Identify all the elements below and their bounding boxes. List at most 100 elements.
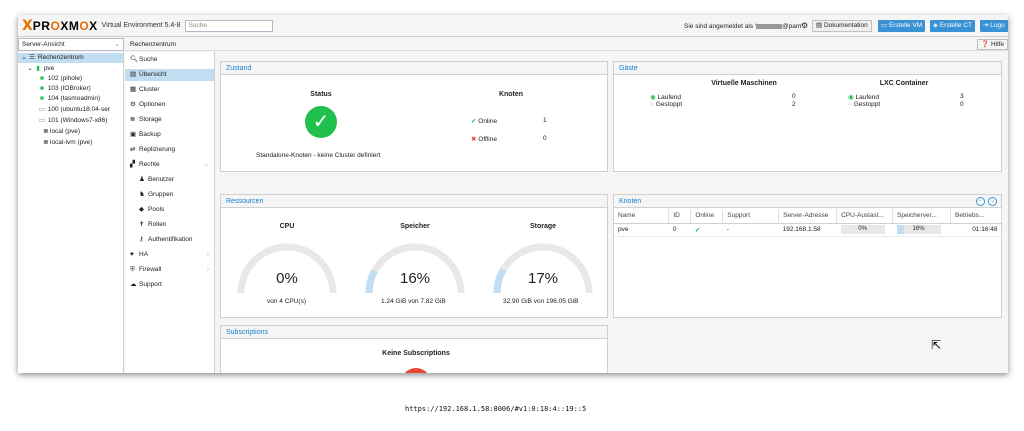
menu-item-storage[interactable]: ≣ Storage — [125, 114, 214, 126]
create-ct-button[interactable]: ◈ Erstelle CT — [930, 20, 975, 32]
search-input[interactable]: Suche — [184, 19, 273, 32]
menu-item-roles[interactable]: ✝ Rollen — [125, 219, 214, 231]
running-icon: ◉ — [848, 94, 854, 101]
tree-datacenter[interactable]: ⌄ ☰ Rechenzentrum — [18, 53, 123, 63]
menu-item-permissions[interactable]: ▞ Rechte ⌄ — [125, 159, 214, 171]
book-icon: ▤ — [816, 22, 823, 29]
gear-icon: ⚙ — [130, 101, 136, 108]
tags-icon: ◆ — [139, 206, 144, 213]
status-url: https://192.168.1.58:8006/#v1:0:18:4::19… — [405, 405, 587, 413]
node-id: 0 — [668, 223, 691, 237]
panel-title: Ressourcen — [221, 195, 607, 208]
column-header[interactable]: Online — [690, 209, 724, 224]
stopped-icon: ○ — [848, 101, 852, 108]
table-row[interactable]: pve 0 ✔ - 192.168.1.58 0% 16% 01:16:48 — [614, 223, 1002, 237]
cluster-icon: ▦ — [130, 86, 137, 93]
menu-item-authentication[interactable]: ⚷ Authentifikation — [125, 234, 214, 246]
documentation-button[interactable]: ▤ Dokumentation — [812, 20, 872, 32]
column-header[interactable]: ID — [668, 209, 692, 224]
unlock-icon: ▞ — [130, 161, 135, 168]
expand-icon[interactable]: ⌄ — [26, 64, 34, 74]
menu-item-replication[interactable]: ⇄ Replizierung — [125, 144, 214, 156]
tree-item-102[interactable]: ■ 102 (pihole) — [38, 74, 82, 84]
help-button[interactable]: ❓ Hilfe — [977, 39, 1008, 50]
tree-item-101[interactable]: ▭ 101 (Windows7-x86) — [38, 116, 108, 126]
menu-item-summary[interactable]: ▤ Übersicht — [125, 69, 214, 81]
vm-running-count: 0 — [792, 93, 796, 100]
shield-icon: ⛨ — [130, 266, 135, 273]
resource-tree: ⌄ ☰ Rechenzentrum ⌄ ▮ pve ■ 102 (pihole) ■… — [18, 52, 124, 373]
panel-title: Knoten — [614, 195, 1001, 208]
logout-button[interactable]: ⇥ Logo — [980, 20, 1008, 32]
tree-item-storage-local[interactable]: ≣local (pve) — [42, 127, 80, 137]
nodes-heading: Knoten — [498, 91, 524, 98]
floppy-icon: ▣ — [130, 131, 137, 138]
menu-item-firewall[interactable]: ⛨ Firewall › — [125, 264, 214, 276]
column-header[interactable]: Server-Adresse — [778, 209, 838, 224]
login-info: Sie sind angemeldet als ' @pam' — [684, 23, 803, 30]
node-name: pve — [614, 223, 669, 237]
column-header[interactable]: CPU-Auslast... — [836, 209, 894, 224]
comments-icon: ☁ — [130, 281, 137, 288]
collapse-icon[interactable]: − — [976, 197, 985, 206]
nodes-table: Name ID Online Support Server-Adresse CP… — [614, 209, 1002, 237]
running-icon: ◉ — [650, 94, 656, 101]
stopped-icon: ○ — [650, 101, 654, 108]
check-icon: ✔ — [471, 118, 477, 125]
memory-value: 16% — [399, 270, 431, 287]
main-content: Zustand Status Knoten ✓ ✔ Online 1 ✖ Off… — [216, 52, 1008, 373]
lxc-stopped-count: 0 — [960, 101, 964, 108]
column-header[interactable]: Betriebs... — [950, 209, 1002, 224]
panel-title: Zustand — [221, 62, 607, 75]
book-icon: ▤ — [130, 71, 137, 78]
container-running-icon: ■ — [40, 75, 44, 82]
menu-item-cluster[interactable]: ▦ Cluster — [125, 84, 214, 96]
offline-row: ✖ Offline — [471, 136, 497, 143]
tree-item-103[interactable]: ■ 103 (IOBroker) — [38, 84, 91, 94]
heartbeat-icon: ♥ — [130, 251, 134, 258]
menu-item-search[interactable]: 🔍︎Suche — [125, 54, 214, 66]
chevron-down-icon[interactable]: ⌄ — [988, 197, 997, 206]
vm-running-row: ◉ Laufend — [650, 94, 681, 101]
search-icon: 🔍︎ — [130, 56, 139, 63]
menu-item-backup[interactable]: ▣ Backup — [125, 129, 214, 141]
expand-icon[interactable]: ⌄ — [20, 53, 28, 63]
tree-node-pve[interactable]: ⌄ ▮ pve — [26, 64, 54, 74]
memory-gauge — [365, 243, 465, 294]
vm-stopped-row: ○ Gestoppt — [650, 101, 683, 108]
lxc-running-count: 3 — [960, 93, 964, 100]
guests-panel: Gäste Virtuelle Maschinen LXC Container … — [613, 61, 1002, 172]
menu-item-pools[interactable]: ◆ Pools — [125, 204, 214, 216]
view-selector[interactable]: Server-Ansicht ⌄ — [18, 38, 124, 51]
lxc-running-row: ◉ Laufend — [848, 94, 879, 101]
monitor-icon: ▭ — [881, 22, 888, 29]
masked-username — [756, 23, 783, 29]
node-icon: ▮ — [36, 65, 40, 72]
column-header[interactable]: Support — [722, 209, 780, 224]
column-header[interactable]: Speicherver... — [892, 209, 951, 224]
chevron-down-icon: ⌄ — [203, 161, 209, 168]
menu-item-options[interactable]: ⚙ Optionen — [125, 99, 214, 111]
chevron-down-icon: ⌄ — [114, 41, 120, 48]
memory-detail: 1.24 GiB von 7.82 GiB — [381, 298, 446, 305]
retweet-icon: ⇄ — [130, 146, 136, 153]
nodes-panel: Knoten − ⌄ Name ID Online Support Server… — [613, 194, 1002, 318]
create-vm-button[interactable]: ▭ Erstelle VM — [878, 20, 926, 32]
tree-item-104[interactable]: ■ 104 (tasmoadmin) — [38, 94, 100, 104]
ok-check-icon: ✓ — [305, 106, 337, 138]
lxc-stopped-row: ○ Gestoppt — [848, 101, 881, 108]
cpu-label: CPU — [279, 223, 295, 230]
offline-count: 0 — [543, 135, 547, 142]
menu-item-ha[interactable]: ♥ HA › — [125, 249, 214, 261]
tree-item-100[interactable]: ▭ 100 (ubuntu18.04-ser — [38, 105, 124, 115]
menu-item-users[interactable]: ♟ Benutzer — [125, 174, 214, 186]
times-icon: ✖ — [471, 136, 477, 143]
gear-icon[interactable]: ⚙ — [801, 21, 808, 30]
online-row: ✔ Online — [471, 118, 498, 125]
menu-item-groups[interactable]: ♞ Gruppen — [125, 189, 214, 201]
column-header[interactable]: Name — [614, 209, 670, 224]
menu-item-support[interactable]: ☁ Support — [125, 279, 214, 291]
resources-panel: Ressourcen CPU 0% von 4 CPU(s) Speicher … — [220, 194, 608, 318]
panel-title: Subscriptions — [221, 326, 607, 339]
tree-item-storage-local-lvm[interactable]: ≣local-lvm (pve) — [42, 138, 92, 148]
